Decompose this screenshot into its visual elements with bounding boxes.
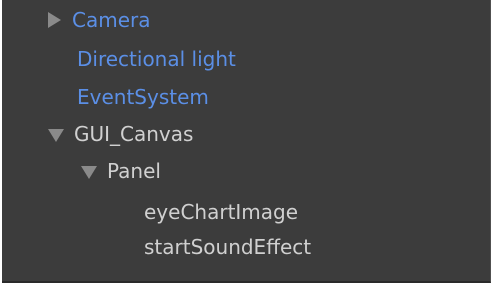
hierarchy-item-label: GUI_Canvas (74, 122, 194, 146)
hierarchy-item-panel[interactable]: Panel (81, 156, 161, 186)
hierarchy-item-label: Directional light (77, 47, 236, 71)
expand-arrow-icon[interactable] (48, 12, 61, 28)
hierarchy-item-startsoundeffect[interactable]: startSoundEffect (144, 232, 311, 262)
hierarchy-item-eventsystem[interactable]: EventSystem (77, 82, 209, 112)
hierarchy-item-directional-light[interactable]: Directional light (77, 44, 236, 74)
hierarchy-item-label: startSoundEffect (144, 235, 312, 259)
hierarchy-item-label: EventSystem (77, 85, 209, 109)
hierarchy-item-label: Panel (107, 159, 161, 183)
hierarchy-item-label: Camera (72, 8, 151, 32)
hierarchy-item-gui-canvas[interactable]: GUI_Canvas (48, 119, 193, 149)
hierarchy-item-label: eyeChartImage (144, 200, 299, 224)
hierarchy-item-camera[interactable]: Camera (48, 5, 151, 35)
hierarchy-panel: Camera Directional light EventSystem GUI… (2, 0, 491, 283)
collapse-arrow-icon[interactable] (48, 128, 64, 142)
hierarchy-item-eyechartimage[interactable]: eyeChartImage (144, 197, 298, 227)
collapse-arrow-icon[interactable] (81, 165, 97, 179)
